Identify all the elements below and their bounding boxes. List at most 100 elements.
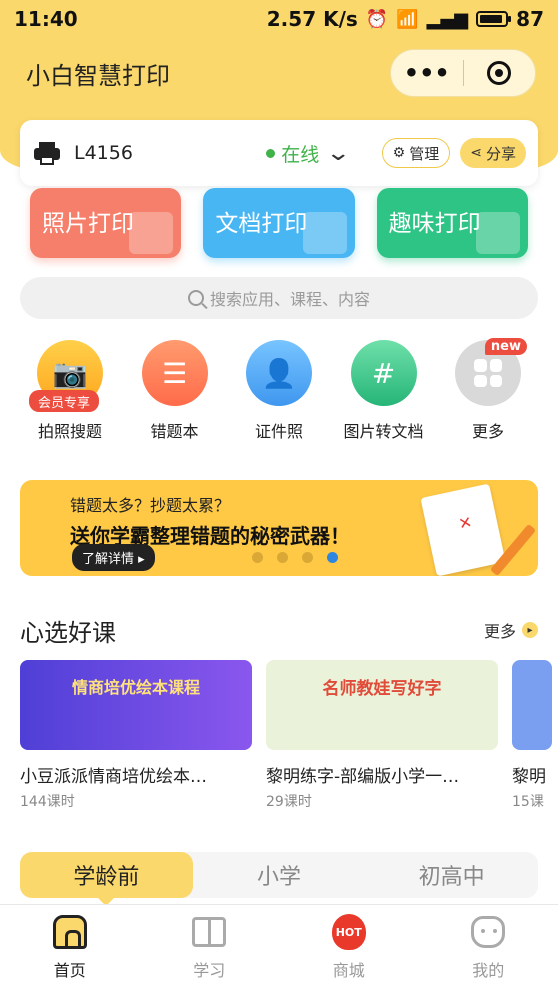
- carousel-dot[interactable]: [252, 552, 263, 563]
- photo-print-tile[interactable]: 照片打印: [30, 188, 182, 258]
- printer-name: L4156: [74, 142, 133, 164]
- course-thumbnail: [512, 660, 552, 750]
- more-courses-link[interactable]: 更多 ▸: [484, 618, 538, 642]
- printer-status: 在线: [266, 140, 319, 167]
- id-photo-icon: 👤: [246, 340, 312, 406]
- hot-badge: HOT: [331, 914, 366, 950]
- promo-banner[interactable]: 错题太多？抄题太累？ 送你学霸整理错题的秘密武器！ 了解详情 ▸: [20, 480, 538, 576]
- tab-secondary[interactable]: 初高中: [365, 852, 538, 898]
- section-title: 心选好课: [20, 618, 116, 647]
- photo-search-label: 拍照搜题: [37, 422, 102, 441]
- new-badge: new: [484, 338, 527, 355]
- tab-primary[interactable]: 小学: [193, 852, 366, 898]
- target-icon: [487, 61, 512, 85]
- course-title: 黎明练字-部编版小学一…: [266, 767, 460, 787]
- nav-home[interactable]: 首页: [0, 905, 140, 988]
- nav-mall-label: 商城: [332, 961, 365, 980]
- tab-preschool[interactable]: 学龄前: [20, 852, 193, 906]
- course-thumbnail: 名师教娃写好字: [266, 660, 498, 750]
- image-to-doc-label: 图片转文档: [343, 422, 424, 441]
- more-functions-item[interactable]: new 更多: [438, 338, 538, 450]
- manage-label: 管理: [409, 144, 440, 163]
- chevron-right-icon: ▸: [522, 622, 538, 638]
- id-photo-label: 证件照: [254, 422, 303, 441]
- app-title: 小白智慧打印: [26, 61, 170, 90]
- photo-print-label: 照片打印: [42, 211, 134, 237]
- share-button[interactable]: ⋖ 分享: [460, 138, 526, 168]
- function-grid: 📷 会员专享 拍照搜题 ☰ 错题本 👤 证件照 # 图片转文档 new 更多: [20, 338, 538, 450]
- nav-mall[interactable]: HOT 商城: [279, 905, 419, 988]
- course-thumbnail: 情商培优绘本课程: [20, 660, 252, 750]
- close-miniapp-button[interactable]: [464, 50, 536, 96]
- online-dot-icon: [266, 148, 276, 158]
- profile-dog-icon: [469, 913, 507, 951]
- course-card[interactable]: 情商培优绘本课程 小豆派派情商培优绘本… 144课时: [20, 660, 252, 820]
- document-print-tile[interactable]: 文档打印: [203, 188, 355, 258]
- course-title: 黎明: [512, 767, 546, 787]
- course-title: 小豆派派情商培优绘本…: [20, 767, 207, 787]
- id-photo-item[interactable]: 👤 证件照: [229, 340, 329, 450]
- title-bar: 小白智慧打印 •••: [0, 44, 558, 102]
- more-functions-label: 更多: [471, 422, 504, 441]
- course-lessons: 29课时: [266, 794, 312, 810]
- mistake-book-label: 错题本: [150, 422, 199, 441]
- carousel-dots: [252, 552, 338, 563]
- image-to-doc-icon: #: [350, 340, 417, 406]
- mistake-book-item[interactable]: ☰ 错题本: [125, 340, 225, 450]
- image-to-doc-item[interactable]: # 图片转文档: [334, 340, 434, 450]
- home-icon: [51, 913, 89, 951]
- printer-card: L4156 在线 ⌄ ⚙ 管理 ⋖ 分享: [20, 120, 538, 186]
- course-card[interactable]: 黎明 15课: [512, 660, 552, 820]
- chevron-down-icon[interactable]: ⌄: [326, 141, 352, 166]
- nav-study[interactable]: 学习: [140, 905, 280, 988]
- fun-print-label: 趣味打印: [388, 211, 481, 237]
- course-list: 情商培优绘本课程 小豆派派情商培优绘本… 144课时 名师教娃写好字 黎明练字-…: [20, 660, 558, 820]
- course-lessons: 15课: [512, 794, 544, 810]
- status-bar: 11:40 2.57 K/s ⏰ 📶 ▂▄▆ 87: [0, 0, 558, 38]
- nav-study-label: 学习: [193, 961, 226, 980]
- print-tiles: 照片打印 文档打印 趣味打印: [30, 188, 528, 260]
- signal-icon: ▂▄▆: [426, 8, 469, 30]
- alarm-icon: ⏰: [365, 8, 389, 30]
- more-dots-icon: •••: [403, 59, 450, 87]
- course-lessons: 144课时: [20, 794, 75, 810]
- book-icon: [190, 913, 228, 951]
- document-print-label: 文档打印: [215, 211, 308, 237]
- image-icon: [129, 212, 174, 254]
- more-label: 更多: [483, 622, 516, 641]
- carousel-dot[interactable]: [277, 552, 288, 563]
- course-card[interactable]: 名师教娃写好字 黎明练字-部编版小学一… 29课时: [266, 660, 498, 820]
- grid-icon: new: [455, 338, 527, 406]
- search-input[interactable]: 搜索应用、课程、内容: [20, 277, 538, 319]
- printer-icon: [34, 142, 60, 165]
- notebook-icon: ☰: [141, 340, 208, 406]
- document-icon: [302, 212, 347, 254]
- search-placeholder: 搜索应用、课程、内容: [209, 290, 370, 309]
- course-thumbnail-text: 情商培优绘本课程: [71, 678, 200, 697]
- fun-print-tile[interactable]: 趣味打印: [376, 188, 528, 258]
- age-tabs: 学龄前 小学 初高中: [20, 852, 538, 906]
- banner-details-button[interactable]: 了解详情 ▸: [72, 544, 155, 571]
- printer-status-label: 在线: [281, 143, 320, 166]
- vip-badge: 会员专享: [29, 390, 99, 412]
- photo-search-item[interactable]: 📷 会员专享 拍照搜题: [20, 340, 120, 450]
- courses-section-header: 心选好课 更多 ▸: [20, 612, 538, 648]
- heart-icon: [475, 212, 520, 254]
- gear-icon: ⚙: [392, 145, 406, 161]
- more-menu-button[interactable]: •••: [391, 50, 463, 96]
- nav-profile[interactable]: 我的: [419, 905, 558, 988]
- carousel-dot[interactable]: [302, 552, 313, 563]
- course-thumbnail-text: 名师教娃写好字: [322, 679, 442, 699]
- network-speed: 2.57 K/s: [266, 7, 358, 31]
- share-icon: ⋖: [470, 145, 482, 161]
- battery-icon: [476, 11, 512, 27]
- hot-icon: HOT: [330, 913, 368, 951]
- nav-profile-label: 我的: [472, 961, 505, 980]
- bottom-nav: 首页 学习 HOT 商城 我的: [0, 904, 558, 988]
- status-indicators: 2.57 K/s ⏰ 📶 ▂▄▆ 87: [267, 7, 544, 31]
- share-label: 分享: [485, 144, 516, 163]
- wifi-icon: 📶: [396, 8, 419, 30]
- miniapp-capsule: •••: [390, 49, 536, 97]
- carousel-dot-active[interactable]: [327, 552, 338, 563]
- manage-button[interactable]: ⚙ 管理: [381, 138, 451, 168]
